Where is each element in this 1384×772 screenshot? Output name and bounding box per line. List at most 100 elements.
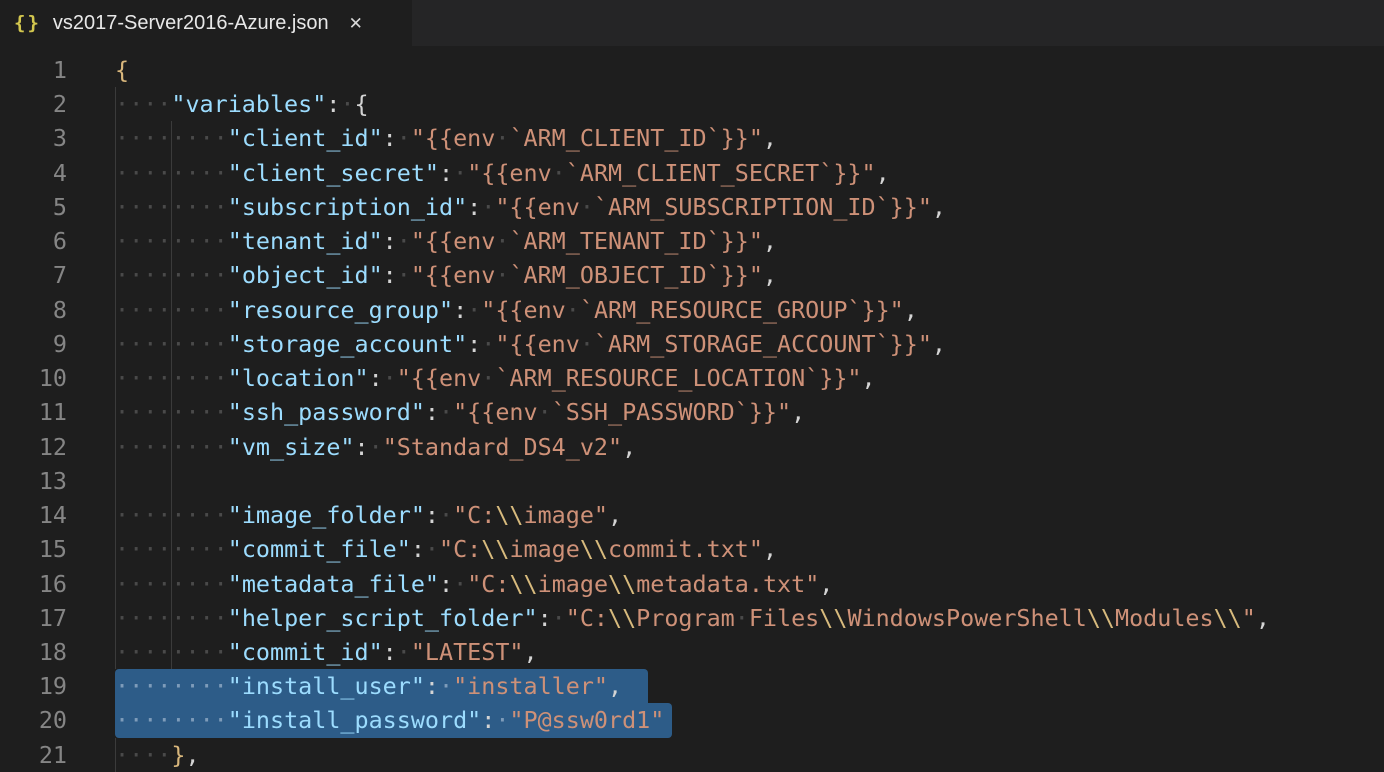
line-content[interactable]: ········"metadata_file":·"C:\\image\\met… [115, 567, 1384, 601]
code-line[interactable]: 14········"image_folder":·"C:\\image", [0, 498, 1384, 532]
code-line[interactable]: 11········"ssh_password":·"{{env·`SSH_PA… [0, 395, 1384, 429]
whitespace-dot: · [115, 261, 129, 289]
whitespace-dot: · [157, 604, 171, 632]
tab-vs2017-server2016-azure-json[interactable]: {} vs2017-Server2016-Azure.json ✕ [0, 0, 412, 46]
token-str: `ARM_RESOURCE_GROUP`}}" [580, 296, 904, 324]
whitespace-dot: · [171, 672, 185, 700]
line-number[interactable]: 17 [0, 601, 115, 635]
whitespace-dot: · [115, 227, 129, 255]
line-number[interactable]: 10 [0, 361, 115, 395]
line-number[interactable]: 7 [0, 258, 115, 292]
code-line[interactable]: 19········"install_user":·"installer", [0, 669, 1384, 703]
line-number[interactable]: 5 [0, 190, 115, 224]
line-content[interactable]: ········"commit_id":·"LATEST", [115, 635, 1384, 669]
line-content[interactable]: ····}, [115, 738, 1384, 772]
whitespace-dot: · [171, 398, 185, 426]
line-number[interactable]: 9 [0, 327, 115, 361]
token-str: image" [524, 501, 609, 529]
token-key: "subscription_id" [228, 193, 467, 221]
whitespace-dot: · [214, 638, 228, 666]
line-number[interactable]: 1 [0, 53, 115, 87]
line-content[interactable]: ········"location":·"{{env·`ARM_RESOURCE… [115, 361, 1384, 395]
whitespace-dot: · [397, 227, 411, 255]
whitespace-dot: · [453, 159, 467, 187]
line-number[interactable]: 4 [0, 156, 115, 190]
token-str: "{{env [397, 364, 482, 392]
line-number[interactable]: 20 [0, 703, 115, 737]
line-content[interactable]: ········"client_id":·"{{env·`ARM_CLIENT_… [115, 121, 1384, 155]
code-line[interactable]: 1{ [0, 53, 1384, 87]
whitespace-dot: · [552, 604, 566, 632]
token-punc: : [439, 159, 453, 187]
token-esc: \\ [819, 604, 847, 632]
line-content[interactable] [115, 464, 1384, 498]
whitespace-dot: · [143, 296, 157, 324]
line-content[interactable]: ········"install_user":·"installer", [115, 669, 1384, 703]
whitespace-dot: · [481, 330, 495, 358]
whitespace-dot: · [397, 261, 411, 289]
line-number[interactable]: 13 [0, 464, 115, 498]
whitespace-dot: · [129, 570, 143, 598]
code-line[interactable]: 4········"client_secret":·"{{env·`ARM_CL… [0, 156, 1384, 190]
code-line[interactable]: 7········"object_id":·"{{env·`ARM_OBJECT… [0, 258, 1384, 292]
whitespace-dot: · [552, 159, 566, 187]
line-content[interactable]: ········"commit_file":·"C:\\image\\commi… [115, 532, 1384, 566]
code-line[interactable]: 5········"subscription_id":·"{{env·`ARM_… [0, 190, 1384, 224]
line-content[interactable]: ········"vm_size":·"Standard_DS4_v2", [115, 430, 1384, 464]
code-line[interactable]: 21····}, [0, 738, 1384, 772]
code-line[interactable]: 12········"vm_size":·"Standard_DS4_v2", [0, 430, 1384, 464]
code-line[interactable]: 13 [0, 464, 1384, 498]
line-number[interactable]: 11 [0, 395, 115, 429]
code-line[interactable]: 2····"variables":·{ [0, 87, 1384, 121]
code-line[interactable]: 20········"install_password":·"P@ssw0rd1… [0, 703, 1384, 737]
whitespace-dot: · [143, 193, 157, 221]
code-line[interactable]: 16········"metadata_file":·"C:\\image\\m… [0, 567, 1384, 601]
token-punc: : [425, 501, 439, 529]
line-number[interactable]: 8 [0, 293, 115, 327]
code-line[interactable]: 18········"commit_id":·"LATEST", [0, 635, 1384, 669]
token-punc: : [425, 672, 439, 700]
line-number[interactable]: 18 [0, 635, 115, 669]
editor[interactable]: 1{2····"variables":·{3········"client_id… [0, 46, 1384, 772]
code-line[interactable]: 10········"location":·"{{env·`ARM_RESOUR… [0, 361, 1384, 395]
close-icon[interactable]: ✕ [349, 15, 363, 32]
line-content[interactable]: ········"object_id":·"{{env·`ARM_OBJECT_… [115, 258, 1384, 292]
line-number[interactable]: 6 [0, 224, 115, 258]
whitespace-dot: · [115, 330, 129, 358]
whitespace-dot: · [171, 124, 185, 152]
token-str: "C: [453, 501, 495, 529]
line-content[interactable]: ········"helper_script_folder":·"C:\\Pro… [115, 601, 1384, 635]
whitespace-dot: · [171, 227, 185, 255]
line-content[interactable]: ········"install_password":·"P@ssw0rd1" [115, 703, 1384, 737]
line-content[interactable]: ········"ssh_password":·"{{env·`SSH_PASS… [115, 395, 1384, 429]
line-content[interactable]: ········"tenant_id":·"{{env·`ARM_TENANT_… [115, 224, 1384, 258]
code-line[interactable]: 15········"commit_file":·"C:\\image\\com… [0, 532, 1384, 566]
code-line[interactable]: 17········"helper_script_folder":·"C:\\P… [0, 601, 1384, 635]
line-content[interactable]: { [115, 53, 1384, 87]
line-content[interactable]: ········"image_folder":·"C:\\image", [115, 498, 1384, 532]
line-number[interactable]: 12 [0, 430, 115, 464]
token-punc: : [411, 535, 425, 563]
line-content[interactable]: ········"subscription_id":·"{{env·`ARM_S… [115, 190, 1384, 224]
whitespace-dot: · [129, 90, 143, 118]
code-line[interactable]: 3········"client_id":·"{{env·`ARM_CLIENT… [0, 121, 1384, 155]
code-line[interactable]: 9········"storage_account":·"{{env·`ARM_… [0, 327, 1384, 361]
line-number[interactable]: 21 [0, 738, 115, 772]
line-number[interactable]: 2 [0, 87, 115, 121]
line-content[interactable]: ········"resource_group":·"{{env·`ARM_RE… [115, 293, 1384, 327]
token-str: "LATEST" [411, 638, 524, 666]
line-number[interactable]: 15 [0, 532, 115, 566]
line-number[interactable]: 14 [0, 498, 115, 532]
line-number[interactable]: 19 [0, 669, 115, 703]
line-number[interactable]: 16 [0, 567, 115, 601]
line-content[interactable]: ····"variables":·{ [115, 87, 1384, 121]
code-line[interactable]: 8········"resource_group":·"{{env·`ARM_R… [0, 293, 1384, 327]
code-line[interactable]: 6········"tenant_id":·"{{env·`ARM_TENANT… [0, 224, 1384, 258]
line-content[interactable]: ········"client_secret":·"{{env·`ARM_CLI… [115, 156, 1384, 190]
token-punc: , [608, 501, 622, 529]
code-area[interactable]: 1{2····"variables":·{3········"client_id… [0, 53, 1384, 772]
token-punc: : [453, 296, 467, 324]
line-number[interactable]: 3 [0, 121, 115, 155]
whitespace-dot: · [143, 638, 157, 666]
line-content[interactable]: ········"storage_account":·"{{env·`ARM_S… [115, 327, 1384, 361]
